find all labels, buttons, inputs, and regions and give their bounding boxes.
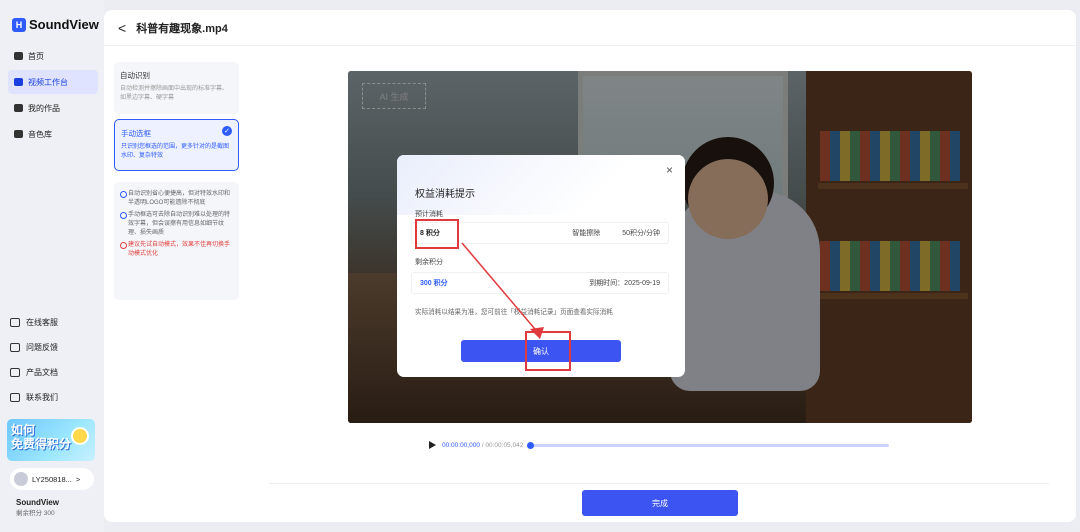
top-bar: < 科普有趣现象.mp4	[104, 10, 1076, 46]
play-icon[interactable]	[429, 441, 436, 449]
nav-item-video-workbench[interactable]: 视频工作台	[8, 70, 98, 94]
footer-divider	[269, 483, 1049, 484]
option-desc: 自动检测并擦除画面中出现的标准字幕、如黑边字幕、硬字幕	[120, 86, 229, 101]
file-name: 科普有趣现象.mp4	[136, 22, 228, 35]
highlight-box-estimate	[415, 219, 459, 249]
promo-line1: 如何	[11, 423, 36, 437]
option-title: 自动识别	[120, 71, 150, 80]
headset-icon	[10, 318, 20, 327]
current-time: 00:00:00,000	[442, 441, 480, 449]
option-desc: 只识别您框选的范围，更多针对的是截图水印、复杂特效	[121, 144, 230, 159]
progress-knob[interactable]	[527, 441, 535, 449]
nav-item-my-works[interactable]: 我的作品	[8, 96, 98, 120]
nav-item-label: 首页	[28, 51, 44, 61]
nav-item-label: 在线客服	[26, 318, 58, 327]
feedback-icon	[10, 343, 20, 352]
app-logo[interactable]: H SoundView	[12, 17, 99, 32]
nav-feedback[interactable]: 问题反馈	[10, 335, 100, 360]
main-nav: 首页 视频工作台 我的作品 音色库	[8, 44, 98, 148]
nav-item-label: 音色库	[28, 129, 52, 139]
nav-contact-us[interactable]: 联系我们	[10, 385, 100, 410]
nav-item-label: 我的作品	[28, 103, 60, 113]
app-name: SoundView	[29, 17, 99, 32]
estimate-label: 预计消耗	[415, 211, 443, 218]
remain-value: 300 积分	[420, 280, 448, 287]
nav-item-label: 产品文档	[26, 368, 58, 377]
tip-item-warning: 建议先试自动模式，效果不佳再切换手动模式优化	[120, 241, 233, 259]
user-id: LY250818...	[32, 474, 72, 484]
nav-item-voice-library[interactable]: 音色库	[8, 122, 98, 146]
nav-item-label: 联系我们	[26, 393, 58, 402]
chevron-right-icon: >	[75, 474, 81, 484]
promo-line2: 免费得积分	[11, 437, 72, 451]
nav-online-service[interactable]: 在线客服	[10, 310, 100, 335]
sidebar: H SoundView 首页 视频工作台 我的作品 音色库 在线客服 问题反馈 …	[0, 0, 104, 532]
arrow-head	[530, 327, 544, 339]
doc-icon	[10, 368, 20, 377]
tip-item: 自动识别省心便捷高，但对特效水印和半透明LOGO可能遗除不彻底	[120, 190, 233, 208]
user-menu[interactable]: LY250818... >	[10, 468, 94, 490]
nav-item-label: 问题反馈	[26, 343, 58, 352]
estimate-rate: 50积分/分钟	[622, 230, 660, 237]
nav-item-home[interactable]: 首页	[8, 44, 98, 68]
voice-library-icon	[14, 130, 23, 138]
tip-item: 手动框选可去除自动识别难以处理的特效字幕，但会误擦有用信息如细节纹理、损失画质	[120, 211, 233, 238]
account-name: SoundView	[16, 498, 59, 507]
close-icon[interactable]: ×	[666, 163, 673, 177]
promo-banner[interactable]: 如何 免费得积分	[7, 419, 95, 461]
qrcode-icon	[10, 393, 20, 402]
main-panel: < 科普有趣现象.mp4 自动识别 自动检测并擦除画面中出现的标准字幕、如黑边字…	[104, 10, 1076, 522]
nav-item-label: 视频工作台	[28, 77, 68, 87]
home-icon	[14, 52, 23, 60]
option-title: 手动选框	[121, 129, 151, 138]
progress-track[interactable]	[527, 441, 889, 449]
option-manual-select[interactable]: ✓ 手动选框 只识别您框选的范围，更多针对的是截图水印、复杂特效	[114, 119, 239, 171]
soundview-logo-icon: H	[12, 17, 26, 32]
works-icon	[14, 104, 23, 112]
account-summary: SoundView 剩余积分 300	[16, 497, 59, 519]
remaining-credits: 剩余积分 300	[16, 510, 55, 517]
arrow-line	[461, 242, 541, 336]
time-display: 00:00:00,000 / 00:00:05,042	[442, 442, 523, 449]
nav-product-docs[interactable]: 产品文档	[10, 360, 100, 385]
tips-panel: 自动识别省心便捷高，但对特效水印和半透明LOGO可能遗除不彻底 手动框选可去除自…	[114, 182, 239, 300]
promo-text: 如何 免费得积分	[11, 423, 71, 451]
check-icon: ✓	[222, 126, 232, 136]
video-icon	[14, 78, 23, 86]
avatar	[14, 472, 28, 486]
annotation-arrow	[461, 242, 544, 339]
done-button[interactable]: 完成	[582, 490, 738, 516]
video-player-controls: 00:00:00,000 / 00:00:05,042	[429, 437, 889, 453]
coin-icon	[71, 427, 89, 445]
support-nav: 在线客服 问题反馈 产品文档 联系我们	[10, 310, 100, 410]
estimate-feature: 智能擦除	[572, 230, 601, 237]
option-auto-detect[interactable]: 自动识别 自动检测并擦除画面中出现的标准字幕、如黑边字幕、硬字幕	[114, 62, 239, 114]
total-time: 00:00:05,042	[485, 441, 524, 449]
remain-label: 剩余积分	[415, 259, 443, 266]
back-button[interactable]: <	[118, 20, 126, 36]
dialog-title: 权益消耗提示	[415, 189, 475, 200]
remain-expiry: 到期时间：2025-09-19	[589, 280, 660, 287]
